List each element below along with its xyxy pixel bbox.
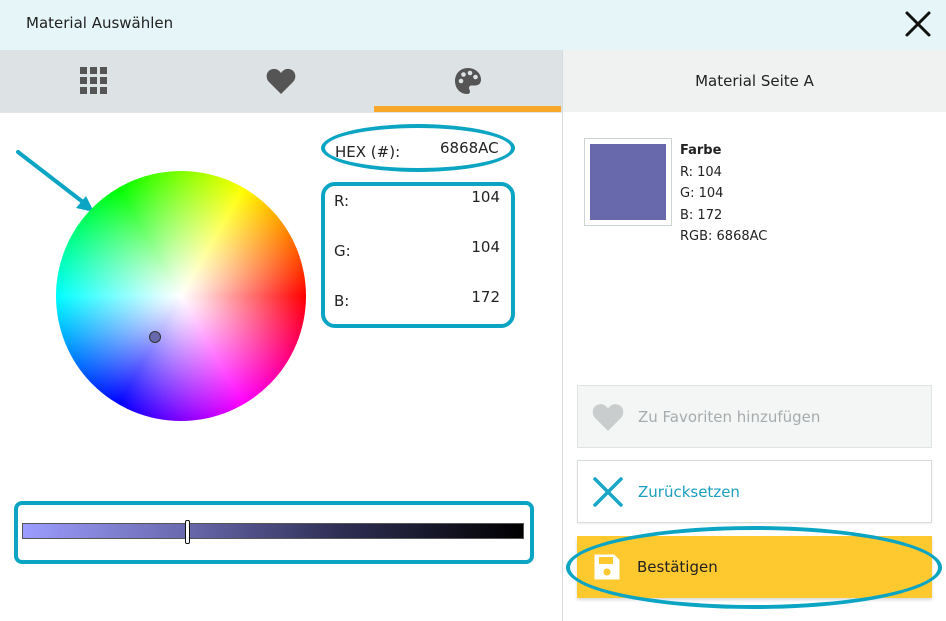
color-wheel-saturation-overlay (56, 171, 306, 421)
color-info: Farbe R: 104 G: 104 B: 172 RGB: 6868AC (680, 140, 767, 248)
reset-label: Zurücksetzen (638, 482, 740, 501)
heart-icon (266, 68, 295, 94)
r-label: R: (334, 192, 350, 210)
tab-palette[interactable] (374, 50, 561, 112)
b-input[interactable]: 172 (470, 288, 500, 306)
annotation-arrow-icon (16, 150, 94, 212)
hex-label: HEX (#): (335, 143, 401, 161)
color-info-b: B: 172 (680, 207, 723, 223)
confirm-highlight-ring (566, 526, 942, 609)
heart-icon (578, 402, 638, 432)
tab-grid[interactable] (0, 50, 187, 112)
g-label: G: (334, 242, 351, 260)
close-icon[interactable] (904, 10, 932, 38)
right-panel-header: Material Seite A (563, 50, 946, 112)
tab-underline-divider (0, 112, 562, 113)
color-info-r: R: 104 (680, 164, 722, 180)
palette-icon (454, 68, 481, 94)
tab-favorites[interactable] (187, 50, 374, 112)
tab-bar (0, 50, 562, 112)
add-to-favorites-label: Zu Favoriten hinzufügen (638, 407, 821, 426)
add-to-favorites-button[interactable]: Zu Favoriten hinzufügen (577, 385, 932, 448)
color-info-g: G: 104 (680, 186, 724, 201)
window-title: Material Auswählen (26, 14, 174, 32)
color-wheel[interactable] (56, 171, 306, 421)
r-input[interactable]: 104 (470, 188, 500, 206)
hex-input[interactable]: 6868AC (440, 139, 499, 157)
brightness-slider[interactable] (22, 523, 524, 539)
color-wheel-handle[interactable] (149, 331, 161, 343)
color-swatch-frame (584, 138, 672, 226)
right-panel-title: Material Seite A (695, 72, 814, 90)
close-icon (578, 476, 638, 508)
title-bar: Material Auswählen (0, 0, 946, 50)
b-label: B: (334, 292, 350, 310)
color-info-heading: Farbe (680, 143, 722, 158)
grid-icon (79, 67, 107, 94)
panel-divider (562, 50, 563, 621)
g-input[interactable]: 104 (470, 238, 500, 256)
color-info-rgb: RGB: 6868AC (680, 229, 768, 244)
color-swatch (590, 144, 666, 220)
brightness-slider-thumb[interactable] (185, 520, 191, 544)
reset-button[interactable]: Zurücksetzen (577, 460, 932, 523)
